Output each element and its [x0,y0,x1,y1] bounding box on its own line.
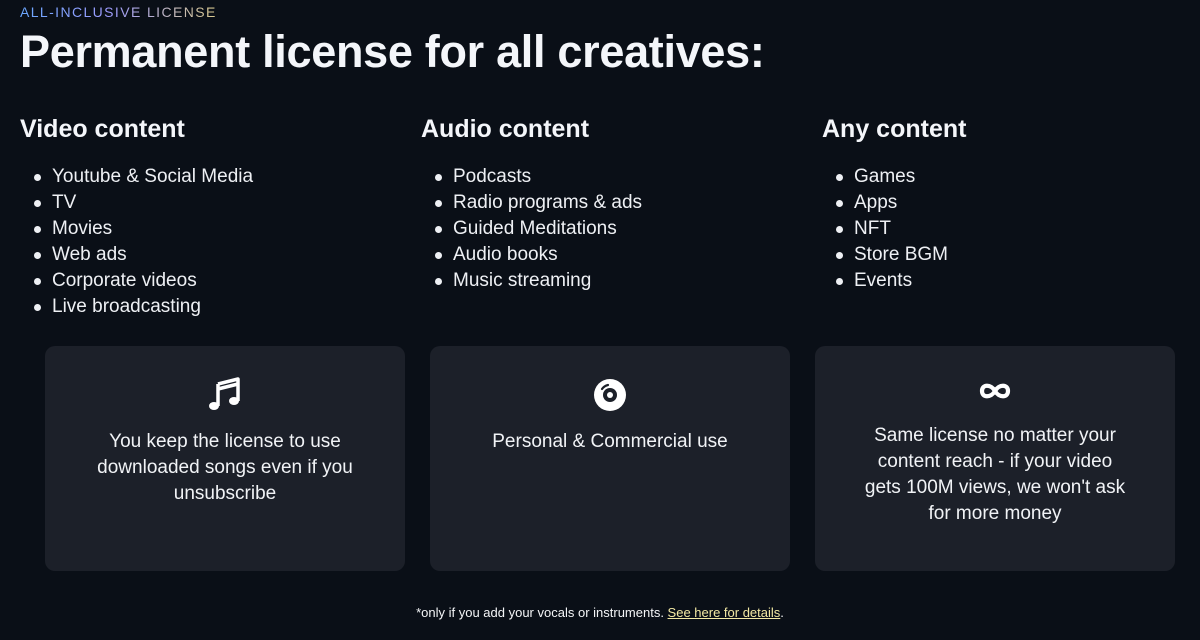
column-video-content: Video content Youtube & Social Media TV … [20,114,380,317]
list-item: Guided Meditations [433,216,642,242]
column-audio-content: Audio content Podcasts Radio programs & … [421,114,781,291]
card-text: Same license no matter your content reac… [845,423,1145,527]
music-note-icon [45,376,405,412]
card-text-line: gets 100M views, we won't ask [864,477,1126,498]
column-heading: Audio content [421,115,590,143]
column-heading: Any content [822,115,967,143]
card-text-line: unsubscribe [173,483,277,504]
list-item: Apps [834,190,948,216]
list-item: Web ads [32,242,253,268]
eyebrow-label: ALL-INCLUSIVE LICENSE [20,4,217,20]
feature-card-keep-license: You keep the license to use downloaded s… [45,346,405,571]
list-item: Store BGM [834,242,948,268]
list-item: Games [834,164,948,190]
footnote-end: . [780,605,784,620]
disc-icon [430,378,790,412]
page-title: Permanent license for all creatives: [20,26,765,77]
list-item: Movies [32,216,253,242]
infinity-icon [815,379,1175,403]
list-item: Audio books [433,242,642,268]
card-text-line: Same license no matter your [874,425,1116,446]
feature-card-reach: Same license no matter your content reac… [815,346,1175,571]
card-text-line: downloaded songs even if you [97,457,353,478]
card-text-line: for more money [928,503,1062,524]
list-item: NFT [834,216,948,242]
card-text: You keep the license to use downloaded s… [75,429,375,507]
list-item: Youtube & Social Media [32,164,253,190]
list-item: Events [834,268,948,294]
any-content-list: Games Apps NFT Store BGM Events [834,164,948,294]
column-any-content: Any content Games Apps NFT Store BGM Eve… [822,114,1182,291]
details-link[interactable]: See here for details [668,605,781,620]
card-text-line: content reach - if your video [877,451,1113,472]
column-heading: Video content [20,115,185,143]
video-content-list: Youtube & Social Media TV Movies Web ads… [32,164,253,320]
card-text-line: Personal & Commercial use [492,431,728,452]
list-item: Podcasts [433,164,642,190]
footnote: *only if you add your vocals or instrume… [0,605,1200,620]
list-item: Radio programs & ads [433,190,642,216]
audio-content-list: Podcasts Radio programs & ads Guided Med… [433,164,642,294]
license-page: ALL-INCLUSIVE LICENSE Permanent license … [0,0,1200,640]
list-item: Music streaming [433,268,642,294]
footnote-text: *only if you add your vocals or instrume… [416,605,668,620]
card-text: Personal & Commercial use [460,429,760,455]
list-item: TV [32,190,253,216]
list-item: Live broadcasting [32,294,253,320]
feature-card-usage: Personal & Commercial use [430,346,790,571]
card-text-line: You keep the license to use [109,431,341,452]
list-item: Corporate videos [32,268,253,294]
